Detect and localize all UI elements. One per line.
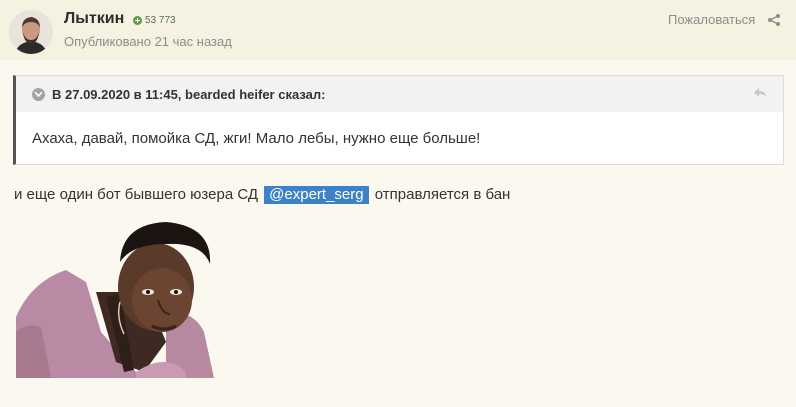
author-name[interactable]: Лыткин: [64, 10, 124, 28]
post-header: Лыткин 53 773 Опубликовано 21 час назад …: [0, 0, 796, 60]
message-text-before: и еще один бот бывшего юзера СД: [14, 186, 258, 203]
reply-arrow-icon[interactable]: [754, 87, 768, 99]
post-message: и еще один бот бывшего юзера СД @expert_…: [14, 186, 510, 204]
sticker-image: [16, 222, 214, 378]
reputation-count: 53 773: [145, 15, 176, 26]
quote-header: В 27.09.2020 в 11:45, bearded heifer ска…: [16, 76, 783, 112]
quote-text: Ахаха, давай, помойка СД, жги! Мало лебы…: [32, 130, 481, 147]
quote-block: В 27.09.2020 в 11:45, bearded heifer ска…: [13, 75, 784, 165]
share-icon[interactable]: [767, 13, 781, 27]
report-link[interactable]: Пожаловаться: [668, 12, 755, 27]
user-mention-link[interactable]: @expert_serg: [264, 186, 369, 204]
chevron-down-icon[interactable]: [32, 88, 45, 101]
reputation-badge: 53 773: [133, 15, 176, 26]
plus-circle-icon: [133, 16, 142, 25]
message-text-after: отправляется в бан: [374, 186, 511, 203]
author-avatar[interactable]: [9, 10, 53, 54]
post-timestamp: Опубликовано 21 час назад: [64, 34, 232, 49]
quote-citation[interactable]: В 27.09.2020 в 11:45, bearded heifer ска…: [52, 87, 325, 102]
